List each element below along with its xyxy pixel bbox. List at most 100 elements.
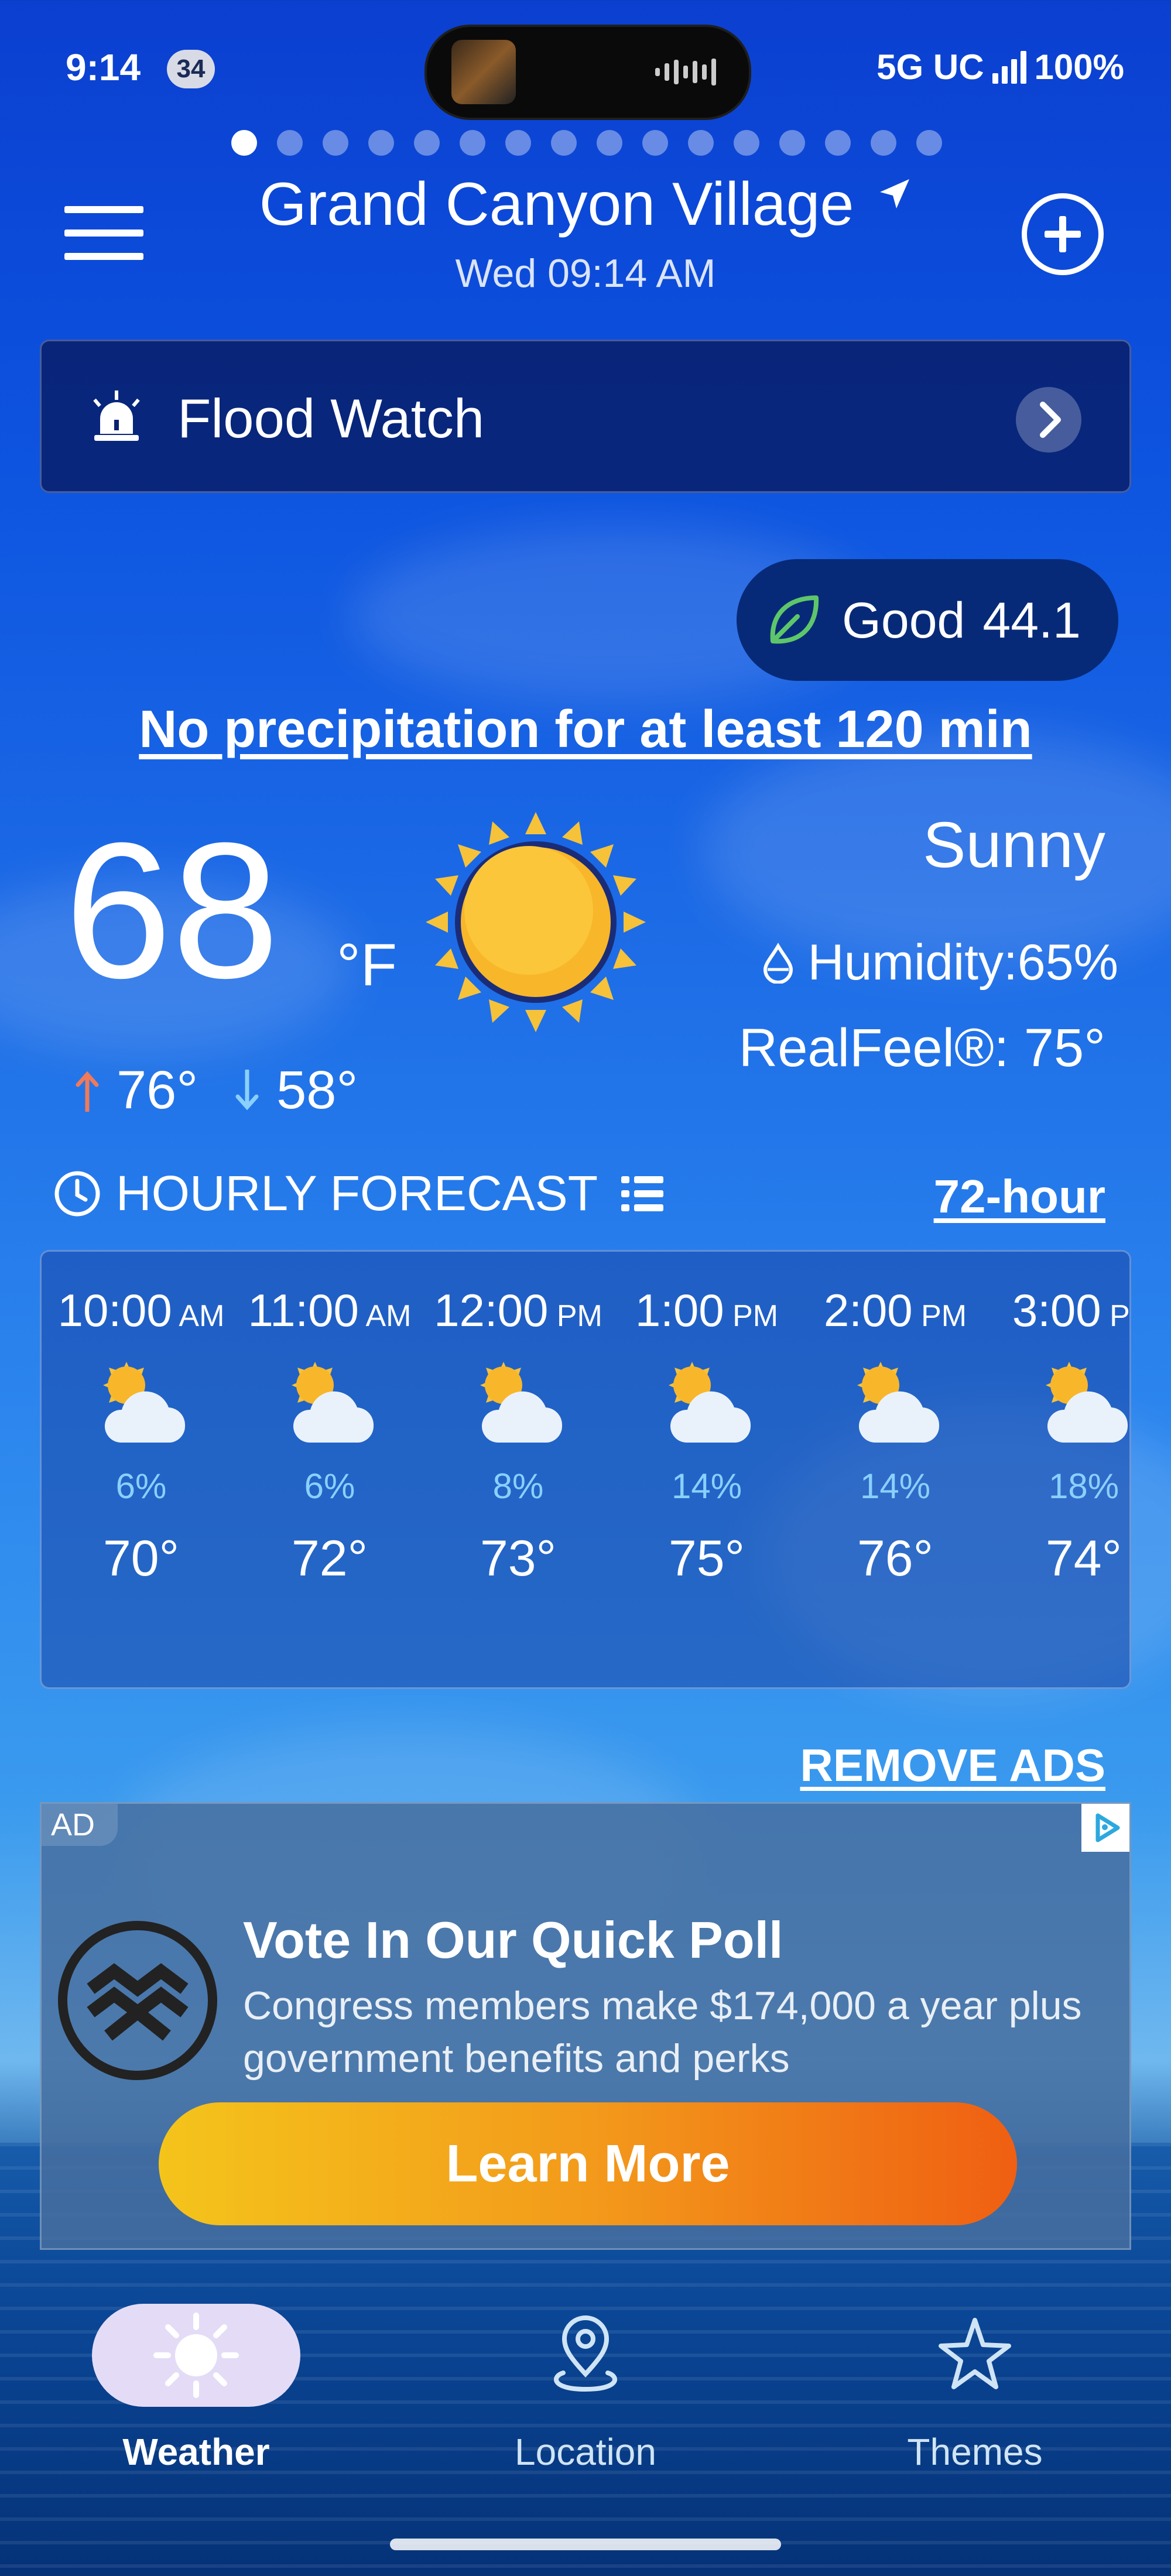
hour-time: 10:00 AM	[57, 1284, 225, 1336]
high-temp: 76°	[117, 1060, 198, 1120]
hourly-item[interactable]: 12:00 PM 8% 73°	[424, 1284, 612, 1588]
pager-dot[interactable]	[368, 130, 394, 156]
location-pager[interactable]	[231, 130, 942, 156]
pager-dot[interactable]	[460, 130, 485, 156]
partly-sunny-icon	[669, 1362, 751, 1443]
siren-icon	[93, 390, 140, 441]
nav-active-indicator	[92, 2304, 300, 2407]
hour-temp: 74°	[1045, 1530, 1122, 1587]
hour-precip-chance: 14%	[860, 1467, 931, 1506]
pager-dot[interactable]	[916, 130, 942, 156]
notification-badge: 34	[167, 50, 215, 88]
ad-title: Vote In Our Quick Poll	[243, 1911, 783, 1969]
hourly-item[interactable]: 11:00 AM 6% 72°	[236, 1284, 423, 1588]
remove-ads-link[interactable]: REMOVE ADS	[800, 1739, 1105, 1792]
city-name: Grand Canyon Village	[259, 170, 854, 238]
bottom-nav: Weather Location Themes	[0, 2283, 1171, 2576]
chevron-right-icon[interactable]	[1016, 387, 1081, 453]
partly-sunny-icon	[480, 1362, 563, 1443]
ad-banner[interactable]: AD Vote In Our Quick Poll Congress membe…	[40, 1802, 1131, 2250]
nav-label: Location	[515, 2431, 656, 2473]
partly-sunny-icon	[103, 1362, 186, 1443]
pager-dot[interactable]	[414, 130, 440, 156]
dynamic-island[interactable]	[424, 25, 751, 120]
hour-time: 3:00 PM	[1012, 1284, 1130, 1336]
hour-precip-chance: 6%	[304, 1467, 355, 1506]
hour-time: 11:00 AM	[248, 1284, 412, 1336]
status-time: 9:14	[66, 46, 141, 88]
arrow-down-icon	[235, 1069, 259, 1110]
hour-precip-chance: 18%	[1048, 1467, 1119, 1506]
audio-wave-icon	[655, 59, 716, 85]
hour-temp: 73°	[480, 1530, 557, 1587]
humidity-text: Humidity:65%	[807, 934, 1118, 991]
learn-more-button[interactable]: Learn More	[159, 2102, 1017, 2225]
advertiser-logo	[58, 1921, 217, 2080]
hour-precip-chance: 6%	[115, 1467, 167, 1506]
star-icon	[939, 2318, 1011, 2389]
weather-alert-banner[interactable]: Flood Watch	[40, 340, 1131, 493]
realfeel: RealFeel®: 75°	[738, 1018, 1105, 1078]
hourly-item[interactable]: 10:00 AM 6% 70°	[47, 1284, 235, 1588]
pager-dot[interactable]	[688, 130, 714, 156]
humidity: Humidity:65%	[761, 934, 1118, 992]
pager-dot[interactable]	[597, 130, 622, 156]
pager-dot[interactable]	[779, 130, 805, 156]
high-low: 76° 58°	[73, 1060, 358, 1121]
battery-label: 100%	[1034, 47, 1124, 87]
alert-label: Flood Watch	[177, 388, 485, 449]
nav-location[interactable]: Location	[463, 2304, 708, 2474]
pager-dot[interactable]	[277, 130, 303, 156]
pager-dot[interactable]	[505, 130, 531, 156]
hour-temp: 70°	[102, 1530, 180, 1587]
nav-themes[interactable]: Themes	[852, 2304, 1098, 2474]
hour-time: 1:00 PM	[635, 1284, 779, 1336]
signal-icon	[992, 50, 1026, 84]
nav-label: Weather	[122, 2431, 270, 2473]
local-datetime: Wed 09:14 AM	[455, 251, 716, 296]
status-indicators: 5G UC 100%	[876, 47, 1124, 87]
hourly-item[interactable]: 3:00 PM 18% 74°	[990, 1284, 1130, 1588]
hourly-forecast-header: HOURLY FORECAST	[53, 1165, 666, 1222]
precipitation-note[interactable]: No precipitation for at least 120 min	[0, 700, 1171, 760]
ad-tag: AD	[42, 1804, 118, 1846]
hour-time: 2:00 PM	[823, 1284, 967, 1336]
hour-temp: 75°	[668, 1530, 745, 1587]
low-temp: 58°	[276, 1060, 358, 1120]
hour-time: 12:00 PM	[434, 1284, 602, 1336]
hour-precip-chance: 8%	[492, 1467, 544, 1506]
pager-dot[interactable]	[825, 130, 851, 156]
pager-dot[interactable]	[323, 130, 348, 156]
pager-dot[interactable]	[642, 130, 668, 156]
current-temperature: 68	[64, 802, 280, 1018]
city-title[interactable]: Grand Canyon Village	[0, 170, 1171, 239]
pager-dot[interactable]	[551, 130, 577, 156]
list-icon[interactable]	[619, 1170, 666, 1217]
adchoices-icon[interactable]	[1081, 1804, 1129, 1852]
nav-label: Themes	[907, 2431, 1043, 2473]
location-arrow-icon	[880, 179, 910, 208]
air-quality-pill[interactable]: Good 44.1	[737, 559, 1118, 681]
home-indicator[interactable]	[390, 2539, 781, 2550]
partly-sunny-icon	[857, 1362, 940, 1443]
hourly-item[interactable]: 2:00 PM 14% 76°	[802, 1284, 989, 1588]
droplet-icon	[763, 942, 793, 984]
location-pin-icon	[554, 2315, 617, 2392]
hour-precip-chance: 14%	[671, 1467, 742, 1506]
hourly-forecast-title: HOURLY FORECAST	[116, 1166, 598, 1221]
hourly-item[interactable]: 1:00 PM 14% 75°	[613, 1284, 800, 1588]
72-hour-link[interactable]: 72-hour	[934, 1170, 1105, 1224]
hourly-forecast-list[interactable]: 10:00 AM 6% 70° 11:00 AM 6% 72° 12:00 PM…	[40, 1250, 1131, 1689]
pager-dot[interactable]	[871, 130, 896, 156]
temperature-unit[interactable]: °F	[337, 931, 397, 999]
condition-label: Sunny	[923, 809, 1105, 881]
nav-weather[interactable]: Weather	[73, 2304, 319, 2474]
partly-sunny-icon	[1046, 1362, 1128, 1443]
hour-temp: 72°	[291, 1530, 368, 1587]
ad-body: Congress members make $174,000 a year pl…	[243, 1984, 1082, 2081]
add-circle-icon[interactable]	[1022, 193, 1104, 275]
pager-dot[interactable]	[231, 130, 257, 156]
arrow-up-icon	[76, 1071, 99, 1112]
clock-icon	[54, 1171, 100, 1216]
pager-dot[interactable]	[734, 130, 759, 156]
